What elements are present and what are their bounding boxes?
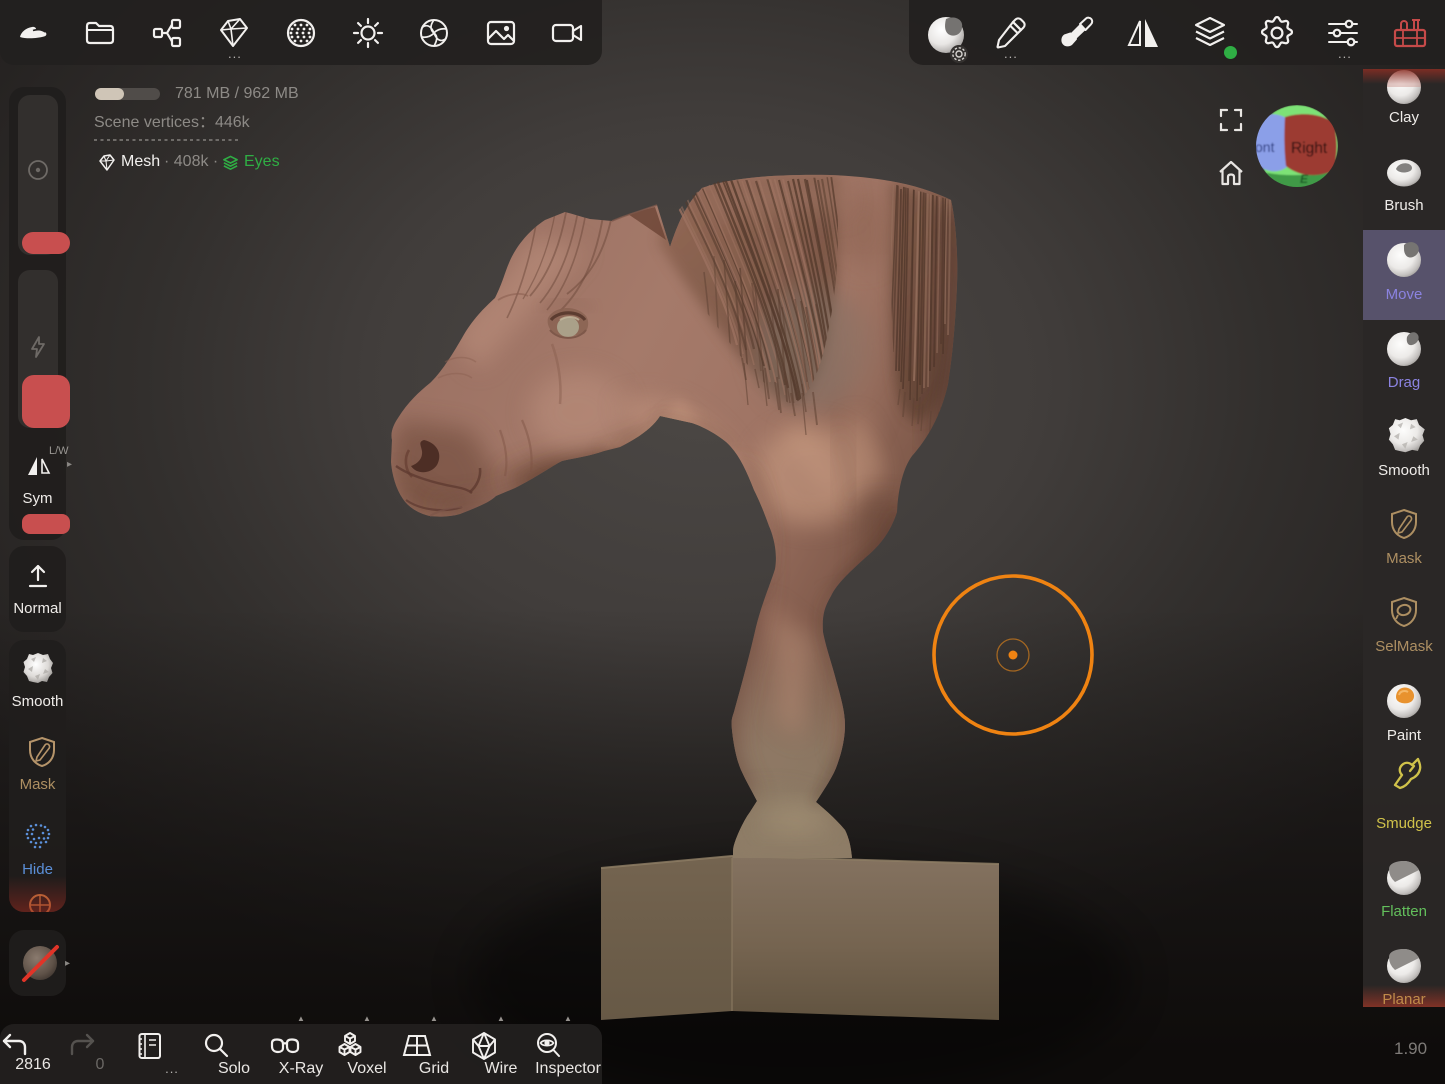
svg-text:E: E	[1300, 172, 1309, 186]
svg-text:ont: ont	[1255, 139, 1275, 155]
svg-text:Right: Right	[1291, 140, 1328, 157]
